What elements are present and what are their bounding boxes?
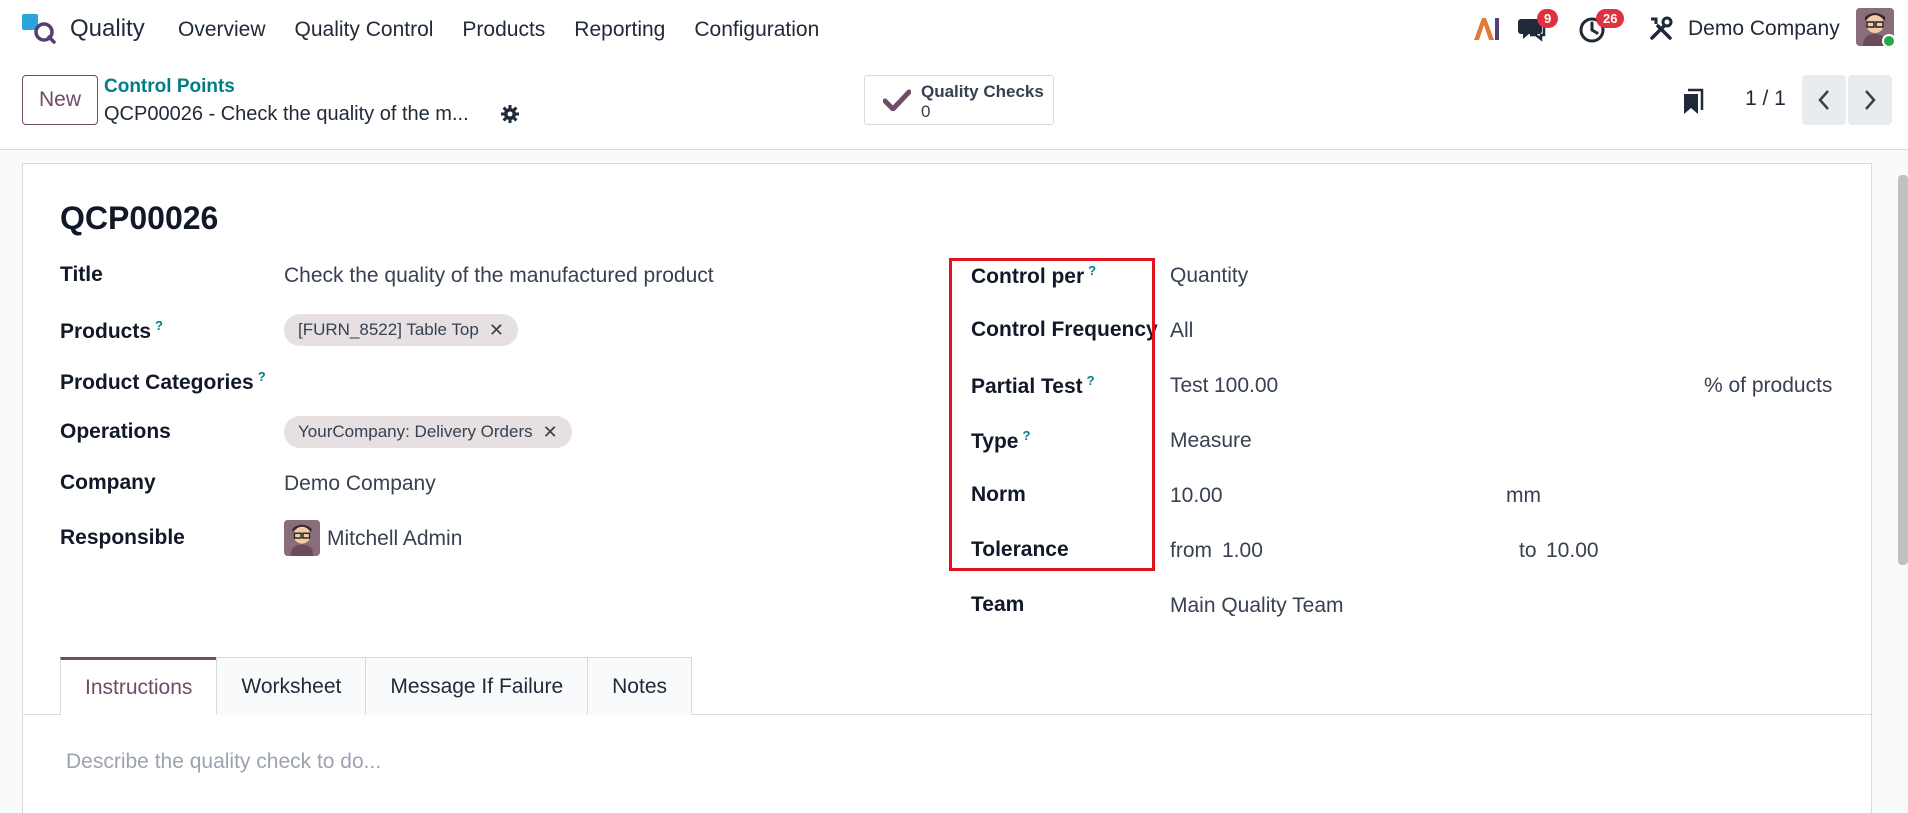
chevron-left-icon — [1818, 90, 1829, 110]
partial-test-prefix: Test — [1170, 374, 1209, 397]
operations-tag[interactable]: YourCompany: Delivery Orders ✕ — [284, 416, 572, 448]
record-name[interactable]: QCP00026 — [60, 200, 218, 237]
title-field[interactable]: Check the quality of the manufactured pr… — [284, 264, 714, 288]
responsible-field[interactable]: Mitchell Admin — [327, 527, 462, 551]
quality-app-icon[interactable] — [22, 14, 56, 44]
notebook-tabs: Instructions Worksheet Message If Failur… — [60, 657, 692, 715]
company-switcher[interactable]: Demo Company — [1688, 17, 1840, 41]
tab-worksheet[interactable]: Worksheet — [216, 657, 367, 715]
gear-icon[interactable] — [500, 104, 520, 129]
control-per-field[interactable]: Quantity — [1170, 264, 1248, 288]
responsible-label: Responsible — [60, 526, 185, 549]
operations-label: Operations — [60, 420, 171, 443]
products-label: Products? — [60, 318, 163, 343]
responsible-avatar — [284, 520, 320, 556]
chevron-right-icon — [1865, 90, 1876, 110]
type-field[interactable]: Measure — [1170, 429, 1252, 453]
top-navbar: Quality Overview Quality Control Product… — [0, 0, 1908, 60]
close-icon[interactable]: ✕ — [543, 422, 558, 443]
check-icon — [883, 89, 911, 111]
company-label: Company — [60, 471, 156, 494]
norm-field[interactable]: 10.00 — [1170, 484, 1223, 508]
activity-badge: 26 — [1596, 9, 1625, 28]
smart-button-label: Quality Checks — [921, 82, 1044, 101]
highlight-box — [949, 258, 1155, 571]
new-button[interactable]: New — [22, 75, 98, 125]
tab-notes[interactable]: Notes — [587, 657, 692, 715]
norm-unit-field[interactable]: mm — [1506, 484, 1541, 508]
close-icon[interactable]: ✕ — [489, 320, 504, 341]
smart-button-value: 0 — [921, 102, 931, 121]
company-field[interactable]: Demo Company — [284, 472, 436, 496]
tolerance-to-field[interactable]: 10.00 — [1546, 539, 1599, 563]
pager-next-button[interactable] — [1848, 75, 1892, 125]
online-status-dot — [1882, 34, 1896, 48]
help-tooltip-icon[interactable]: ? — [155, 318, 163, 333]
menu-reporting[interactable]: Reporting — [574, 18, 665, 42]
menu-quality-control[interactable]: Quality Control — [295, 18, 434, 42]
tab-message-if-failure[interactable]: Message If Failure — [365, 657, 589, 715]
bookmark-icon[interactable] — [1680, 88, 1704, 121]
main-menu: Overview Quality Control Products Report… — [178, 18, 819, 42]
products-tag[interactable]: [FURN_8522] Table Top ✕ — [284, 314, 518, 346]
product-categories-field[interactable] — [284, 362, 904, 398]
menu-configuration[interactable]: Configuration — [694, 18, 819, 42]
scrollbar[interactable] — [1898, 175, 1908, 565]
messages-badge: 9 — [1537, 9, 1559, 28]
menu-products[interactable]: Products — [462, 18, 545, 42]
app-name[interactable]: Quality — [70, 15, 145, 43]
ai-icon[interactable] — [1472, 16, 1500, 42]
breadcrumb-control-points[interactable]: Control Points — [104, 76, 235, 98]
help-tooltip-icon[interactable]: ? — [258, 369, 266, 384]
pager-previous-button[interactable] — [1802, 75, 1846, 125]
tolerance-from-field[interactable]: 1.00 — [1222, 539, 1263, 563]
tools-icon[interactable] — [1648, 16, 1674, 47]
partial-test-suffix: % of products — [1704, 374, 1833, 397]
control-panel: New Control Points QCP00026 - Check the … — [0, 60, 1908, 150]
tolerance-to-label: to — [1519, 539, 1537, 562]
products-tag-label: [FURN_8522] Table Top — [298, 320, 479, 339]
menu-overview[interactable]: Overview — [178, 18, 266, 42]
operations-tag-label: YourCompany: Delivery Orders — [298, 422, 533, 441]
tolerance-from-label: from — [1170, 539, 1212, 562]
pager-value[interactable]: 1 / 1 — [1745, 87, 1786, 111]
product-categories-label: Product Categories? — [60, 369, 266, 394]
team-label: Team — [971, 593, 1025, 616]
team-field[interactable]: Main Quality Team — [1170, 594, 1344, 618]
instructions-editor[interactable]: Describe the quality check to do... — [66, 750, 381, 774]
partial-test-field[interactable]: 100.00 — [1214, 374, 1278, 398]
control-frequency-field[interactable]: All — [1170, 319, 1193, 343]
tab-instructions[interactable]: Instructions — [60, 657, 218, 715]
breadcrumb-current-record: QCP00026 - Check the quality of the m... — [104, 103, 469, 125]
quality-checks-smart-button[interactable]: Quality Checks 0 — [864, 75, 1054, 125]
title-label: Title — [60, 263, 103, 286]
